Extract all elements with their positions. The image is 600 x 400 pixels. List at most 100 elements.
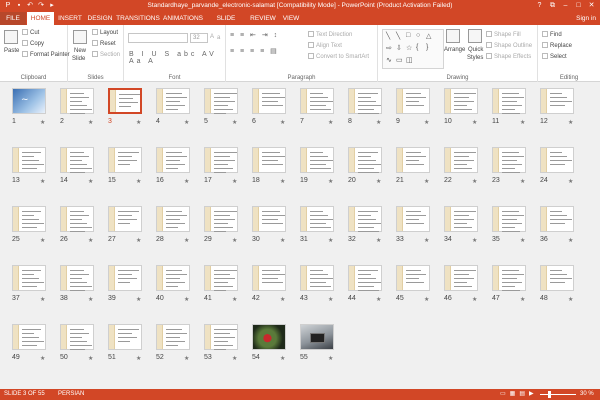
quick-styles-label-2[interactable]: Styles bbox=[467, 54, 483, 62]
slide-thumbnail[interactable] bbox=[60, 88, 94, 114]
normal-view-icon[interactable]: ▭ bbox=[500, 389, 506, 400]
slide-thumbnail[interactable] bbox=[300, 324, 334, 350]
transition-star-icon[interactable]: ★ bbox=[40, 355, 45, 362]
find-button[interactable]: Find bbox=[542, 31, 562, 39]
list-buttons[interactable]: ≡ ≡ ⇤ ⇥ ↕ bbox=[230, 31, 279, 39]
transition-star-icon[interactable]: ★ bbox=[232, 237, 237, 244]
slide-thumbnail[interactable] bbox=[444, 265, 478, 291]
transition-star-icon[interactable]: ★ bbox=[376, 296, 381, 303]
shape-fill-button[interactable]: Shape Fill bbox=[486, 31, 521, 39]
reset-button[interactable]: Reset bbox=[92, 40, 116, 48]
transition-star-icon[interactable]: ★ bbox=[40, 119, 45, 126]
slide-thumbnail[interactable] bbox=[60, 206, 94, 232]
new-slide-label[interactable]: New bbox=[74, 47, 86, 55]
slide-thumbnail[interactable] bbox=[60, 324, 94, 350]
slide-thumbnail[interactable] bbox=[252, 206, 286, 232]
star-shape-icon[interactable]: ☆ bbox=[406, 44, 412, 52]
transition-star-icon[interactable]: ★ bbox=[232, 355, 237, 362]
align-text-button[interactable]: Align Text bbox=[308, 42, 342, 50]
slide-thumbnail[interactable] bbox=[252, 88, 286, 114]
slide-thumbnail[interactable] bbox=[348, 265, 382, 291]
select-button[interactable]: Select bbox=[542, 53, 567, 61]
slide-thumbnail[interactable] bbox=[492, 206, 526, 232]
slide-thumbnail[interactable] bbox=[300, 265, 334, 291]
transition-star-icon[interactable]: ★ bbox=[472, 237, 477, 244]
transition-star-icon[interactable]: ★ bbox=[184, 296, 189, 303]
minimize-button[interactable]: – bbox=[559, 0, 572, 12]
tab-slide-show[interactable]: SLIDE SHOW bbox=[206, 12, 246, 35]
slide-thumbnail[interactable] bbox=[444, 206, 478, 232]
slide-thumbnail[interactable] bbox=[204, 206, 238, 232]
transition-star-icon[interactable]: ★ bbox=[568, 119, 573, 126]
slide-thumbnail[interactable] bbox=[492, 88, 526, 114]
shrink-font-icon[interactable]: a bbox=[217, 34, 220, 42]
slide-thumbnail[interactable] bbox=[108, 147, 142, 173]
transition-star-icon[interactable]: ★ bbox=[328, 119, 333, 126]
align-buttons[interactable]: ≡ ≡ ≡ ≡ ▤ bbox=[230, 47, 279, 55]
slide-thumbnail[interactable] bbox=[252, 265, 286, 291]
transition-star-icon[interactable]: ★ bbox=[520, 178, 525, 185]
shape-effects-button[interactable]: Shape Effects bbox=[486, 53, 531, 61]
transition-star-icon[interactable]: ★ bbox=[568, 237, 573, 244]
slide-thumbnail[interactable] bbox=[156, 265, 190, 291]
line-shape-icon[interactable]: ╲ bbox=[386, 32, 390, 40]
transition-star-icon[interactable]: ★ bbox=[184, 355, 189, 362]
slide-thumbnail[interactable] bbox=[348, 147, 382, 173]
zoom-slider-thumb[interactable] bbox=[548, 391, 551, 398]
transition-star-icon[interactable]: ★ bbox=[280, 296, 285, 303]
transition-star-icon[interactable]: ★ bbox=[520, 296, 525, 303]
line-shape-icon-2[interactable]: ╲ bbox=[396, 32, 400, 40]
transition-star-icon[interactable]: ★ bbox=[520, 119, 525, 126]
maximize-button[interactable]: □ bbox=[572, 0, 585, 12]
convert-smartart-button[interactable]: Convert to SmartArt bbox=[308, 53, 369, 61]
slide-thumbnail[interactable] bbox=[108, 265, 142, 291]
transition-star-icon[interactable]: ★ bbox=[88, 237, 93, 244]
slide-thumbnail[interactable] bbox=[108, 324, 142, 350]
transition-star-icon[interactable]: ★ bbox=[280, 119, 285, 126]
grow-font-icon[interactable]: A bbox=[210, 33, 214, 41]
transition-star-icon[interactable]: ★ bbox=[280, 237, 285, 244]
slide-thumbnail[interactable] bbox=[204, 88, 238, 114]
transition-star-icon[interactable]: ★ bbox=[328, 296, 333, 303]
tab-insert[interactable]: INSERT bbox=[56, 12, 84, 25]
transition-star-icon[interactable]: ★ bbox=[136, 355, 141, 362]
arrow-shape-icon[interactable]: ⇨ bbox=[386, 44, 392, 52]
brace-shape-icon-2[interactable]: } bbox=[426, 44, 428, 51]
font-format-buttons[interactable]: B I U S abc AV Aa A bbox=[129, 51, 225, 65]
transition-star-icon[interactable]: ★ bbox=[184, 119, 189, 126]
slide-thumbnail[interactable] bbox=[252, 147, 286, 173]
slide-thumbnail[interactable] bbox=[12, 206, 46, 232]
slide-thumbnail[interactable] bbox=[204, 324, 238, 350]
transition-star-icon[interactable]: ★ bbox=[376, 119, 381, 126]
slide-thumbnail[interactable] bbox=[300, 206, 334, 232]
transition-star-icon[interactable]: ★ bbox=[568, 296, 573, 303]
transition-star-icon[interactable]: ★ bbox=[472, 178, 477, 185]
cut-button[interactable]: Cut bbox=[22, 29, 39, 37]
slide-thumbnail[interactable] bbox=[540, 88, 574, 114]
text-direction-button[interactable]: Text Direction bbox=[308, 31, 352, 39]
slide-thumbnail[interactable] bbox=[540, 265, 574, 291]
tab-file[interactable]: FILE bbox=[0, 12, 26, 25]
transition-star-icon[interactable]: ★ bbox=[184, 178, 189, 185]
slide-thumbnail[interactable] bbox=[156, 324, 190, 350]
zoom-slider[interactable] bbox=[540, 394, 576, 395]
slide-thumbnail[interactable] bbox=[348, 206, 382, 232]
cube-shape-icon[interactable]: ◫ bbox=[406, 56, 413, 64]
slide-thumbnail[interactable] bbox=[348, 88, 382, 114]
shape-outline-button[interactable]: Shape Outline bbox=[486, 42, 532, 50]
font-size-box[interactable]: 32 bbox=[190, 33, 208, 43]
slide-thumbnail[interactable] bbox=[300, 88, 334, 114]
copy-button[interactable]: Copy bbox=[22, 40, 44, 48]
transition-star-icon[interactable]: ★ bbox=[40, 178, 45, 185]
help-button[interactable]: ? bbox=[533, 0, 546, 12]
slide-thumbnail[interactable] bbox=[396, 88, 430, 114]
paste-button[interactable]: Paste bbox=[4, 47, 19, 55]
brace-shape-icon[interactable]: { bbox=[416, 44, 418, 51]
transition-star-icon[interactable]: ★ bbox=[424, 237, 429, 244]
transition-star-icon[interactable]: ★ bbox=[520, 237, 525, 244]
new-slide-label-2[interactable]: Slide bbox=[72, 55, 85, 63]
transition-star-icon[interactable]: ★ bbox=[136, 296, 141, 303]
slide-thumbnail[interactable] bbox=[492, 147, 526, 173]
transition-star-icon[interactable]: ★ bbox=[424, 296, 429, 303]
slide-sorter-view-icon[interactable]: ▦ bbox=[510, 389, 516, 400]
